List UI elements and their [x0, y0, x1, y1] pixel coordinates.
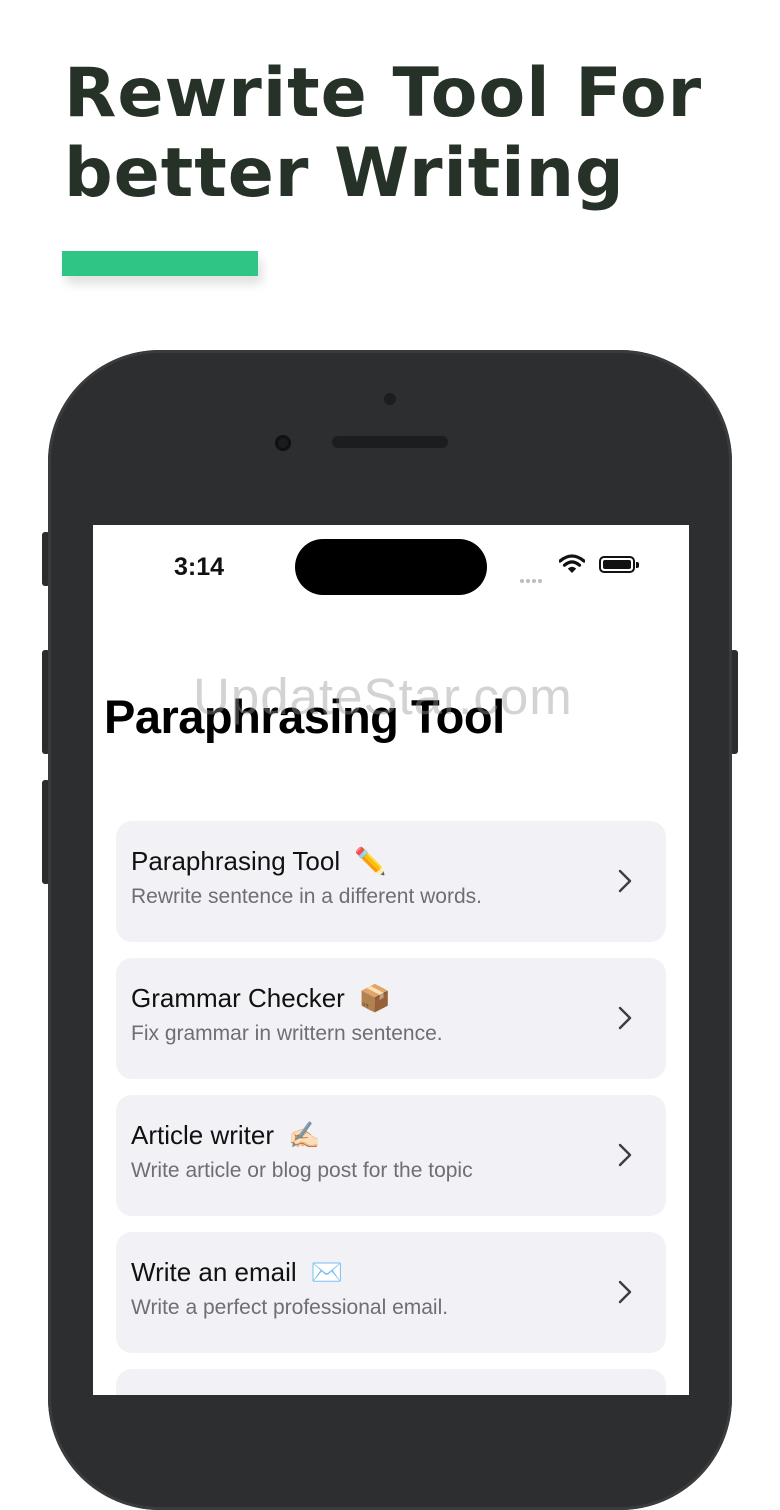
phone-earpiece [332, 436, 448, 448]
phone-screen: 3:14 Paraphrasing Tool UpdateStar.com Pa… [93, 525, 689, 1395]
tool-item-grammar-checker[interactable]: Grammar Checker 📦 Fix grammar in writter… [116, 958, 666, 1079]
promo-headline-line-1: Rewrite Tool For [64, 54, 703, 133]
battery-icon [599, 556, 639, 573]
writing-hand-icon: ✍🏻 [288, 1120, 321, 1150]
tool-item-title: Write an email [131, 1256, 297, 1287]
chevron-right-icon [618, 1006, 632, 1030]
dynamic-island [295, 539, 487, 595]
tool-item-article-writer[interactable]: Article writer ✍🏻 Write article or blog … [116, 1095, 666, 1216]
package-icon: 📦 [358, 983, 392, 1013]
chevron-right-icon [618, 1143, 632, 1167]
tool-item-title: Grammar Checker [131, 982, 345, 1013]
envelope-icon: ✉️ [310, 1257, 344, 1287]
tool-item-partial[interactable] [116, 1369, 666, 1395]
phone-camera [384, 393, 396, 405]
phone-sensor [275, 435, 291, 451]
tool-item-description: Write a perfect professional email. [131, 1296, 449, 1319]
tool-item-description: Rewrite sentence in a different words. [131, 885, 482, 908]
chevron-right-icon [618, 1280, 632, 1304]
chevron-right-icon [618, 869, 632, 893]
tool-item-write-email[interactable]: Write an email ✉️ Write a perfect profes… [116, 1232, 666, 1353]
tool-list: Paraphrasing Tool ✏️ Rewrite sentence in… [116, 821, 666, 1395]
status-time: 3:14 [174, 553, 225, 581]
signal-icon [520, 570, 544, 588]
promo-headline: Rewrite Tool For better Writing [64, 54, 702, 214]
pencil-icon: ✏️ [354, 846, 387, 876]
accent-bar [62, 251, 258, 276]
screen-title: Paraphrasing Tool [104, 690, 505, 743]
tool-item-title: Paraphrasing Tool [131, 845, 341, 876]
tool-item-paraphrasing[interactable]: Paraphrasing Tool ✏️ Rewrite sentence in… [116, 821, 666, 942]
promo-headline-line-2: better Writing [64, 134, 625, 213]
tool-item-description: Fix grammar in writtern sentence. [131, 1022, 443, 1045]
wifi-icon [559, 554, 585, 573]
tool-item-description: Write article or blog post for the topic [131, 1159, 473, 1182]
tool-item-title: Article writer [131, 1119, 275, 1150]
